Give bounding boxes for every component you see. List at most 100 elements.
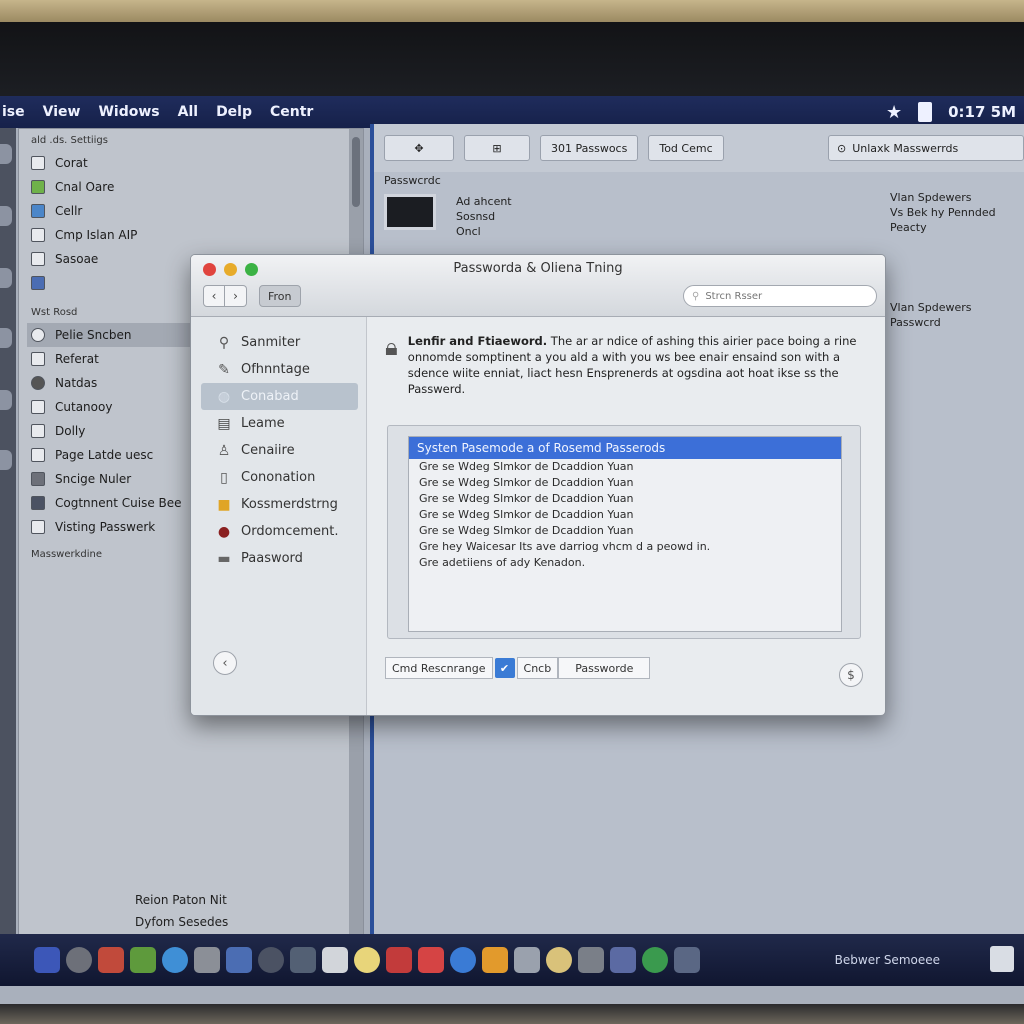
dock-app-icon[interactable] [642,947,668,973]
dock-app-icon[interactable] [258,947,284,973]
sidebar-item-kossmerdstrng[interactable]: ■ Kossmerdstrng [191,491,366,518]
dialog-main: 🔒︎ Lenfir and Ftiaeword. The ar ar ndice… [367,317,885,715]
battery-icon[interactable] [918,102,933,122]
dock-app-icon[interactable] [66,947,92,973]
password-entry[interactable]: Ad ahcent Sosnsd Oncl [384,194,512,239]
menu-item-file[interactable]: ise [0,104,34,120]
sidebar-item-paasword[interactable]: ▬ Paasword [191,545,366,572]
dock-app-icon[interactable] [482,947,508,973]
list-item-label: Cnal Oare [55,180,115,194]
back-button[interactable]: ‹ [203,285,225,307]
monitor-bezel-top [0,0,1024,22]
menu-item-help[interactable]: Delp [207,104,261,120]
dock-app-icon[interactable] [546,947,572,973]
sidebar-item-ofhnntage[interactable]: ✎ Ofhnntage [191,356,366,383]
list-item[interactable]: Cnal Oare [27,175,347,199]
dock-app-icon[interactable] [610,947,636,973]
app-icon [31,276,45,290]
dock-app-icon[interactable] [98,947,124,973]
dock-app-icon[interactable] [674,947,700,973]
sidebar-item-sanmiter[interactable]: ⚲ Sanmiter [191,329,366,356]
check-icon[interactable]: ✔ [494,658,515,678]
unlock-passwords-button[interactable]: ⊙ Unlaxk Masswerrds [828,135,1024,161]
dock-app-icon[interactable] [226,947,252,973]
sidebar-back-button[interactable]: ‹ [213,651,237,675]
list-item[interactable]: Gre se Wdeg Slmkor de Dcaddion Yuan [409,491,841,507]
cncb-field[interactable]: Cncb [516,657,559,679]
menu-item-view[interactable]: View [34,104,90,120]
password-list[interactable]: Systen Pasemode a of Rosemd Passerods Gr… [408,436,842,632]
trash-icon[interactable] [990,946,1014,972]
dialog-title: Passworda & Oliena Tning [453,261,623,276]
sidebar-item-label: Paasword [241,551,303,566]
menu-item-all[interactable]: All [169,104,207,120]
list-item[interactable]: Gre se Wdeg Slmkor de Dcaddion Yuan [409,459,841,475]
list-item[interactable]: Cellr [27,199,347,223]
forward-button[interactable]: › [225,285,247,307]
list-item[interactable]: Gre se Wdeg Slmkor de Dcaddion Yuan [409,523,841,539]
list-item[interactable]: Gre hey Waicesar Its ave darriog vhcm d … [409,539,841,555]
dialog-search[interactable]: ⚲ [683,285,877,307]
dock-app-icon[interactable] [194,947,220,973]
sidebar-item-leame[interactable]: ▤ Leame [191,410,366,437]
checkbox-icon [31,228,45,242]
sidebar-item-cenaiire[interactable]: ♙ Cenaiire [191,437,366,464]
dock-app-icon[interactable] [322,947,348,973]
sidebar-item-cononation[interactable]: ▯ Cononation [191,464,366,491]
entry-line: Oncl [456,225,481,238]
passwords-tab-button[interactable]: 301 Passwocs [540,135,639,161]
note-line: Vs Bek hy Pennded [890,206,996,219]
dialog-search-input[interactable] [705,290,856,302]
dock-app-icon[interactable] [578,947,604,973]
scroll-thumb[interactable] [352,137,360,207]
list-header-selected[interactable]: Systen Pasemode a of Rosemd Passerods [409,437,841,459]
list-item-label: Cutanooy [55,400,113,414]
dock-app-icon[interactable] [514,947,540,973]
list-item-label: Cmp Islan AIP [55,228,138,242]
dock-app-icon[interactable] [354,947,380,973]
dock-app-icon[interactable] [34,947,60,973]
passwords-field[interactable]: Passworde [558,657,651,679]
list-item-label: Referat [55,352,99,366]
dock-app-icon[interactable] [162,947,188,973]
list-item[interactable]: Corat [27,151,347,175]
lock-icon: ⊙ [837,141,847,155]
menu-item-center[interactable]: Centr [261,104,322,120]
side-dock-app-icon[interactable] [0,206,12,226]
from-button[interactable]: Fron [259,285,301,307]
cemc-button[interactable]: Tod Cemc [648,135,724,161]
star-icon[interactable]: ★ [886,102,902,123]
list-item[interactable]: Cmp Islan AIP [27,223,347,247]
sidebar-item-label: Sanmiter [241,335,301,350]
side-dock-app-icon[interactable] [0,268,12,288]
sidebar-item-ordomcement[interactable]: ● Ordomcement. [191,518,366,545]
menubar-clock[interactable]: 0:17 5M [948,103,1016,121]
side-dock-app-icon[interactable] [0,328,12,348]
dock-app-icon[interactable] [418,947,444,973]
list-item[interactable]: Gre se Wdeg Slmkor de Dcaddion Yuan [409,507,841,523]
monitor-bezel-bottom [0,1004,1024,1024]
checkbox-icon [31,252,45,266]
list-item[interactable]: Gre adetiiens of ady Kenadon. [409,555,841,571]
description-heading: Lenfir and Ftiaeword. [407,334,548,348]
move-button[interactable]: ✥ [384,135,454,161]
sidebar-item-conabad[interactable]: ◍ Conabad [201,383,358,410]
range-field[interactable]: Cmd Rescnrange [385,657,493,679]
side-dock-app-icon[interactable] [0,144,12,164]
help-button[interactable]: $ [839,663,863,687]
side-dock-app-icon[interactable] [0,390,12,410]
checkbox-icon [31,448,45,462]
side-dock-app-icon[interactable] [0,450,12,470]
sidebar-item-label: Ordomcement. [241,524,339,539]
password-note: Vlan Spdewers Vs Bek hy Pennded Peacty [890,190,1016,235]
dock-app-icon[interactable] [130,947,156,973]
menu-item-windows[interactable]: Widows [89,104,168,120]
grid-view-button[interactable]: ⊞ [464,135,530,161]
dock-app-icon[interactable] [450,947,476,973]
dock-app-icon[interactable] [386,947,412,973]
note-line: Vlan Spdewers [890,191,972,204]
search-icon: ⚲ [218,334,230,351]
record-icon [31,376,45,390]
dock-app-icon[interactable] [290,947,316,973]
list-item[interactable]: Gre se Wdeg Slmkor de Dcaddion Yuan [409,475,841,491]
